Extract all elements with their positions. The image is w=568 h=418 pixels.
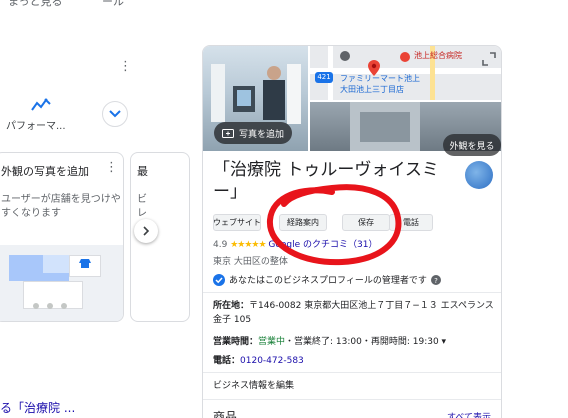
help-icon[interactable]: ?: [430, 274, 441, 285]
expand-button[interactable]: [102, 101, 128, 127]
section-divider: [203, 399, 501, 400]
exterior-photo-card[interactable]: 外観の写真を追加 ⋮ ユーザーが店舗を見つけや すくなります: [0, 152, 124, 322]
more-options-icon[interactable]: ⋮: [119, 60, 132, 73]
phone-value[interactable]: 0120-472-583: [240, 356, 304, 366]
address-label: 所在地：: [213, 301, 250, 311]
map-preview[interactable]: 421 池上総合病院 ファミリーマート池上 大田池上三丁目店: [310, 46, 501, 100]
add-photo-button[interactable]: 写真を追加: [214, 122, 292, 144]
website-button[interactable]: ウェブサイト: [213, 214, 261, 231]
hours-row[interactable]: 営業時間：営業中・営業終了: 13:00・再開時間: 19:30 ▾: [213, 335, 446, 349]
business-category: 東京 大田区の整体: [213, 257, 288, 267]
edit-business-link[interactable]: ビジネス情報を編集: [213, 379, 294, 393]
address-value[interactable]: 〒146-0082 東京都大田区池上７丁目７−１３ エスペランス金子 105: [213, 301, 494, 325]
rating-line: 4.9 ★★★★★ Google のクチコミ（31）: [213, 237, 377, 250]
see-all-link[interactable]: すべて表示: [447, 410, 491, 418]
hours-label: 営業時間：: [213, 337, 259, 347]
view-exterior-button[interactable]: 外観を見る: [443, 134, 501, 156]
hours-detail: ・営業終了: 13:00・再開時間: 19:30 ▾: [285, 337, 447, 347]
call-button[interactable]: 電話: [389, 214, 433, 231]
performance-label[interactable]: パフォーマ...: [6, 117, 66, 132]
directions-button[interactable]: 経路案内: [279, 214, 327, 231]
reviews-link[interactable]: Google のクチコミ（31）: [268, 240, 377, 250]
expand-map-icon[interactable]: [482, 52, 496, 66]
business-profile-panel: 421 池上総合病院 ファミリーマート池上 大田池上三丁目店 写真を追加 外観を…: [202, 45, 502, 418]
owner-notice: あなたはこのビジネスプロフィールの管理者です ?: [213, 273, 441, 286]
chevron-right-icon: [143, 226, 150, 236]
card-title: 外観の写真を追加: [1, 165, 89, 178]
svg-text:?: ?: [434, 277, 438, 285]
hospital-marker-icon: [400, 52, 410, 62]
chevron-down-icon: [109, 110, 121, 118]
verified-badge-icon: [213, 273, 225, 286]
save-button[interactable]: 保存: [342, 214, 390, 231]
owner-text: あなたはこのビジネスプロフィールの管理者です: [229, 276, 427, 286]
phone-label: 電話：: [213, 356, 241, 366]
top-strip: まっと見る ール: [0, 0, 568, 10]
business-result-link[interactable]: る「治療院 ...: [0, 399, 75, 416]
section-divider: [203, 292, 501, 293]
performance-icon: [31, 98, 51, 111]
address-row: 所在地：〒146-0082 東京都大田区池上７丁目７−１３ エスペランス金子 1…: [213, 299, 495, 327]
map-label-store: ファミリーマート池上 大田池上三丁目店: [340, 74, 420, 94]
card-description: ユーザーが店舗を見つけや すくなります: [1, 194, 121, 219]
route-shield: 421: [315, 72, 333, 83]
top-strip-left-text: まっと見る: [8, 0, 63, 8]
map-label-hospital: 池上総合病院: [414, 51, 462, 60]
business-title: 「治療院 トゥルーヴォイスミー」: [213, 160, 439, 202]
add-photo-icon: [222, 129, 234, 138]
view-exterior-label: 外観を見る: [449, 141, 495, 152]
business-logo: [465, 161, 493, 189]
card-illustration: [0, 245, 123, 321]
card-title: 最: [137, 165, 148, 178]
phone-row: 電話：0120-472-583: [213, 354, 304, 368]
rating-value: 4.9: [213, 240, 228, 250]
add-photo-label: 写真を追加: [239, 129, 285, 140]
top-strip-right-text: ール: [102, 0, 124, 8]
card-more-icon[interactable]: ⋮: [105, 161, 118, 174]
section-divider: [203, 372, 501, 373]
products-heading: 商品: [213, 410, 238, 418]
storefront-icon: [79, 259, 91, 268]
card-description: ビ レ: [137, 194, 147, 219]
hours-open-status: 営業中: [258, 337, 286, 347]
rating-stars: ★★★★★: [230, 240, 266, 250]
carousel-next-button[interactable]: [134, 219, 158, 243]
